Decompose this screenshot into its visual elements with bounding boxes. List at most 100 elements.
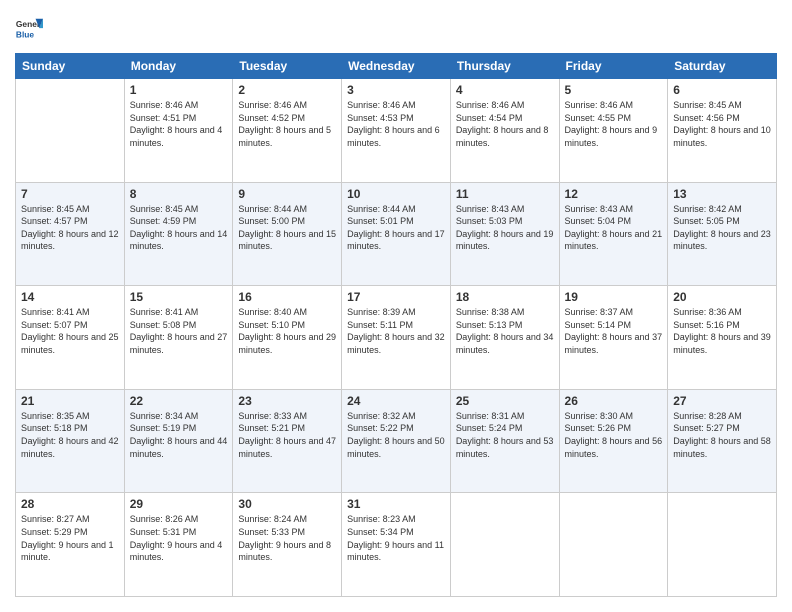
day-info: Sunrise: 8:41 AM Sunset: 5:08 PM Dayligh… — [130, 306, 228, 356]
daylight: Daylight: 8 hours and 19 minutes. — [456, 229, 554, 252]
daylight: Daylight: 9 hours and 1 minute. — [21, 540, 114, 563]
daylight: Daylight: 8 hours and 8 minutes. — [456, 125, 549, 148]
sunset: Sunset: 5:13 PM — [456, 320, 523, 330]
sunrise: Sunrise: 8:41 AM — [130, 307, 199, 317]
day-cell: 9 Sunrise: 8:44 AM Sunset: 5:00 PM Dayli… — [233, 182, 342, 286]
sunset: Sunset: 5:24 PM — [456, 423, 523, 433]
week-row-1: 7 Sunrise: 8:45 AM Sunset: 4:57 PM Dayli… — [16, 182, 777, 286]
sunrise: Sunrise: 8:42 AM — [673, 204, 742, 214]
day-cell: 25 Sunrise: 8:31 AM Sunset: 5:24 PM Dayl… — [450, 389, 559, 493]
col-sunday: Sunday — [16, 54, 125, 79]
day-info: Sunrise: 8:39 AM Sunset: 5:11 PM Dayligh… — [347, 306, 445, 356]
day-info: Sunrise: 8:42 AM Sunset: 5:05 PM Dayligh… — [673, 203, 771, 253]
day-number: 21 — [21, 394, 119, 408]
day-number: 29 — [130, 497, 228, 511]
header: General Blue — [15, 15, 777, 43]
sunset: Sunset: 4:52 PM — [238, 113, 305, 123]
daylight: Daylight: 8 hours and 17 minutes. — [347, 229, 445, 252]
day-number: 12 — [565, 187, 663, 201]
sunset: Sunset: 5:18 PM — [21, 423, 88, 433]
sunset: Sunset: 5:22 PM — [347, 423, 414, 433]
sunset: Sunset: 4:54 PM — [456, 113, 523, 123]
daylight: Daylight: 8 hours and 37 minutes. — [565, 332, 663, 355]
day-number: 10 — [347, 187, 445, 201]
day-info: Sunrise: 8:44 AM Sunset: 5:01 PM Dayligh… — [347, 203, 445, 253]
day-info: Sunrise: 8:44 AM Sunset: 5:00 PM Dayligh… — [238, 203, 336, 253]
day-cell: 29 Sunrise: 8:26 AM Sunset: 5:31 PM Dayl… — [124, 493, 233, 597]
day-number: 22 — [130, 394, 228, 408]
sunset: Sunset: 5:34 PM — [347, 527, 414, 537]
day-cell: 18 Sunrise: 8:38 AM Sunset: 5:13 PM Dayl… — [450, 286, 559, 390]
sunrise: Sunrise: 8:37 AM — [565, 307, 634, 317]
sunset: Sunset: 4:57 PM — [21, 216, 88, 226]
day-info: Sunrise: 8:31 AM Sunset: 5:24 PM Dayligh… — [456, 410, 554, 460]
day-cell: 4 Sunrise: 8:46 AM Sunset: 4:54 PM Dayli… — [450, 79, 559, 183]
sunrise: Sunrise: 8:43 AM — [565, 204, 634, 214]
sunrise: Sunrise: 8:43 AM — [456, 204, 525, 214]
day-cell: 14 Sunrise: 8:41 AM Sunset: 5:07 PM Dayl… — [16, 286, 125, 390]
daylight: Daylight: 8 hours and 14 minutes. — [130, 229, 228, 252]
day-info: Sunrise: 8:28 AM Sunset: 5:27 PM Dayligh… — [673, 410, 771, 460]
logo-icon: General Blue — [15, 15, 43, 43]
day-cell — [450, 493, 559, 597]
col-monday: Monday — [124, 54, 233, 79]
col-thursday: Thursday — [450, 54, 559, 79]
day-cell: 13 Sunrise: 8:42 AM Sunset: 5:05 PM Dayl… — [668, 182, 777, 286]
day-cell: 30 Sunrise: 8:24 AM Sunset: 5:33 PM Dayl… — [233, 493, 342, 597]
day-number: 11 — [456, 187, 554, 201]
day-cell: 31 Sunrise: 8:23 AM Sunset: 5:34 PM Dayl… — [342, 493, 451, 597]
day-cell: 3 Sunrise: 8:46 AM Sunset: 4:53 PM Dayli… — [342, 79, 451, 183]
sunrise: Sunrise: 8:45 AM — [130, 204, 199, 214]
daylight: Daylight: 8 hours and 15 minutes. — [238, 229, 336, 252]
col-wednesday: Wednesday — [342, 54, 451, 79]
day-info: Sunrise: 8:32 AM Sunset: 5:22 PM Dayligh… — [347, 410, 445, 460]
day-info: Sunrise: 8:35 AM Sunset: 5:18 PM Dayligh… — [21, 410, 119, 460]
sunset: Sunset: 5:11 PM — [347, 320, 413, 330]
day-info: Sunrise: 8:46 AM Sunset: 4:55 PM Dayligh… — [565, 99, 663, 149]
week-row-3: 21 Sunrise: 8:35 AM Sunset: 5:18 PM Dayl… — [16, 389, 777, 493]
day-number: 15 — [130, 290, 228, 304]
sunset: Sunset: 5:21 PM — [238, 423, 305, 433]
daylight: Daylight: 8 hours and 6 minutes. — [347, 125, 440, 148]
sunrise: Sunrise: 8:39 AM — [347, 307, 416, 317]
sunrise: Sunrise: 8:26 AM — [130, 514, 199, 524]
sunset: Sunset: 4:53 PM — [347, 113, 414, 123]
sunset: Sunset: 5:05 PM — [673, 216, 740, 226]
day-number: 14 — [21, 290, 119, 304]
day-cell — [559, 493, 668, 597]
day-info: Sunrise: 8:43 AM Sunset: 5:03 PM Dayligh… — [456, 203, 554, 253]
day-cell: 24 Sunrise: 8:32 AM Sunset: 5:22 PM Dayl… — [342, 389, 451, 493]
sunrise: Sunrise: 8:46 AM — [238, 100, 307, 110]
sunrise: Sunrise: 8:46 AM — [565, 100, 634, 110]
day-number: 31 — [347, 497, 445, 511]
sunset: Sunset: 4:59 PM — [130, 216, 197, 226]
day-info: Sunrise: 8:34 AM Sunset: 5:19 PM Dayligh… — [130, 410, 228, 460]
day-cell — [668, 493, 777, 597]
sunset: Sunset: 5:16 PM — [673, 320, 740, 330]
day-cell: 7 Sunrise: 8:45 AM Sunset: 4:57 PM Dayli… — [16, 182, 125, 286]
day-number: 13 — [673, 187, 771, 201]
day-number: 23 — [238, 394, 336, 408]
daylight: Daylight: 8 hours and 56 minutes. — [565, 436, 663, 459]
daylight: Daylight: 8 hours and 50 minutes. — [347, 436, 445, 459]
day-info: Sunrise: 8:30 AM Sunset: 5:26 PM Dayligh… — [565, 410, 663, 460]
calendar-page: General Blue Sunday Monday Tuesday Wedne… — [0, 0, 792, 612]
sunset: Sunset: 5:08 PM — [130, 320, 197, 330]
header-row: Sunday Monday Tuesday Wednesday Thursday… — [16, 54, 777, 79]
day-info: Sunrise: 8:37 AM Sunset: 5:14 PM Dayligh… — [565, 306, 663, 356]
day-cell: 8 Sunrise: 8:45 AM Sunset: 4:59 PM Dayli… — [124, 182, 233, 286]
day-info: Sunrise: 8:46 AM Sunset: 4:54 PM Dayligh… — [456, 99, 554, 149]
daylight: Daylight: 8 hours and 29 minutes. — [238, 332, 336, 355]
daylight: Daylight: 8 hours and 32 minutes. — [347, 332, 445, 355]
daylight: Daylight: 8 hours and 12 minutes. — [21, 229, 119, 252]
day-number: 28 — [21, 497, 119, 511]
col-friday: Friday — [559, 54, 668, 79]
daylight: Daylight: 8 hours and 47 minutes. — [238, 436, 336, 459]
svg-text:Blue: Blue — [16, 29, 34, 39]
day-cell: 12 Sunrise: 8:43 AM Sunset: 5:04 PM Dayl… — [559, 182, 668, 286]
day-info: Sunrise: 8:33 AM Sunset: 5:21 PM Dayligh… — [238, 410, 336, 460]
sunrise: Sunrise: 8:46 AM — [130, 100, 199, 110]
day-info: Sunrise: 8:46 AM Sunset: 4:52 PM Dayligh… — [238, 99, 336, 149]
day-cell: 26 Sunrise: 8:30 AM Sunset: 5:26 PM Dayl… — [559, 389, 668, 493]
sunrise: Sunrise: 8:44 AM — [238, 204, 307, 214]
